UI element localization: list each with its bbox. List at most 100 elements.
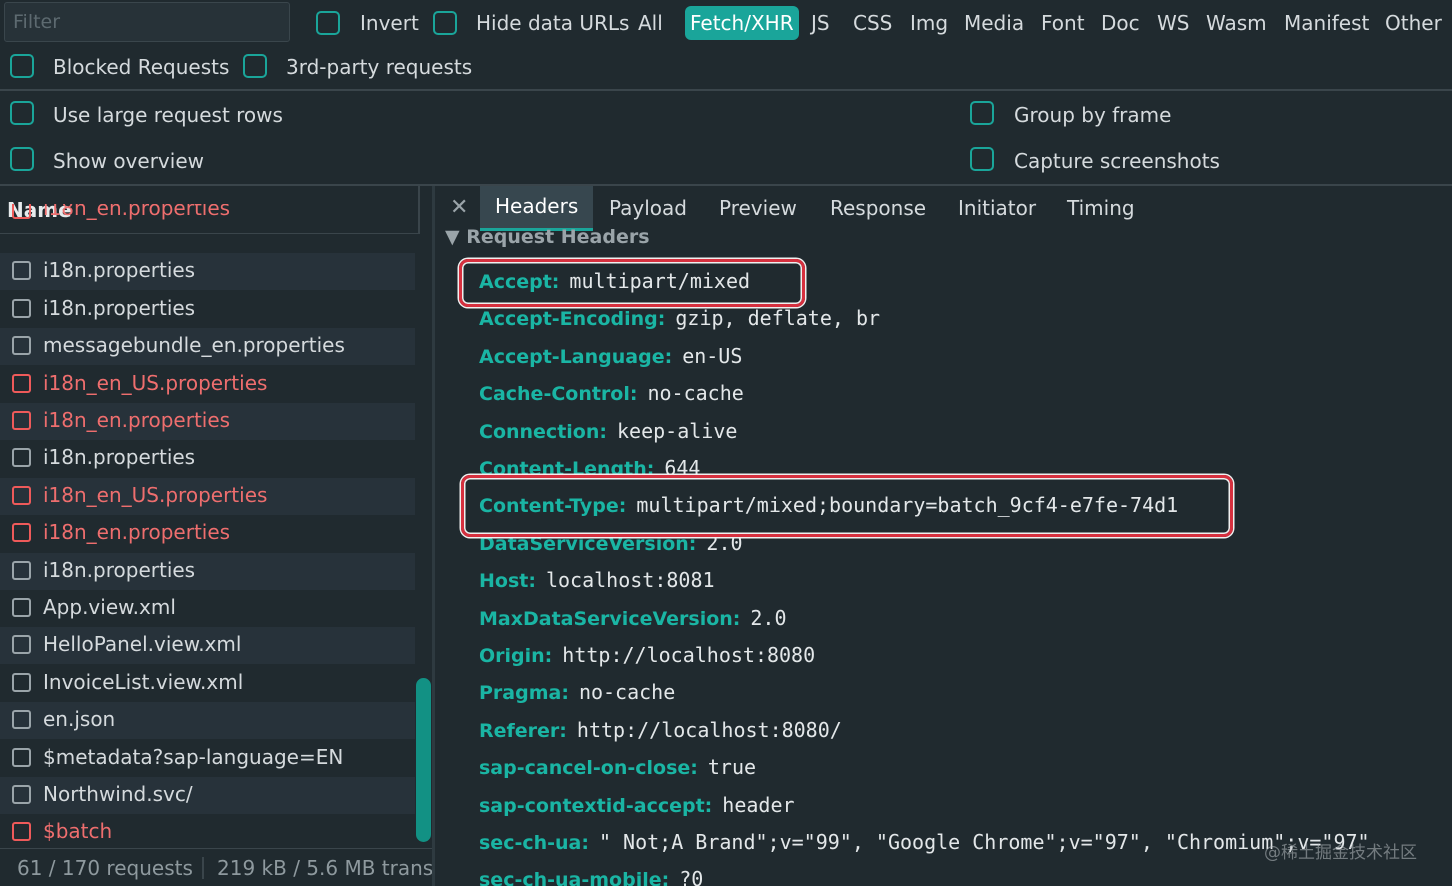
type-filter-img[interactable]: Img <box>910 11 948 35</box>
request-row[interactable]: i18n_en.properties <box>0 515 415 552</box>
request-row[interactable]: i18n.properties <box>0 291 415 328</box>
request-list-panel: Name i18n_en.properties i18n.properties i1… <box>0 186 432 886</box>
third-party-checkbox[interactable] <box>243 54 267 78</box>
type-filter-js[interactable]: JS <box>811 11 830 35</box>
header-key: Referer: <box>479 719 567 742</box>
header-key: Origin: <box>479 645 553 667</box>
header-key: Host: <box>479 570 536 593</box>
header-key: Pragma: <box>479 682 569 705</box>
type-filter-manifest[interactable]: Manifest <box>1284 11 1369 35</box>
row-checkbox[interactable] <box>12 710 31 730</box>
request-name: App.view.xml <box>43 595 176 619</box>
hide-data-urls-checkbox[interactable] <box>433 11 457 35</box>
scrollbar-thumb[interactable] <box>416 678 431 842</box>
row-checkbox[interactable] <box>12 672 31 692</box>
header-line: Connection: keep-alive <box>479 419 737 443</box>
request-details-panel: ✕ Headers Payload Preview Response Initi… <box>435 186 1452 886</box>
row-checkbox[interactable] <box>12 373 31 393</box>
tab-timing[interactable]: Timing <box>1067 196 1135 220</box>
request-name: i18n.properties <box>43 557 196 582</box>
filter-input[interactable] <box>4 2 290 42</box>
request-row[interactable]: $metadata?sap-language=EN <box>0 740 415 777</box>
large-rows-checkbox[interactable] <box>10 101 34 125</box>
header-value: ?0 <box>679 867 704 886</box>
request-name: i18n_en_US.properties <box>43 482 268 507</box>
request-name: i18n.properties <box>43 445 196 470</box>
tab-response[interactable]: Response <box>830 196 926 220</box>
type-filter-all[interactable]: All <box>638 11 663 35</box>
tab-initiator[interactable]: Initiator <box>958 196 1036 220</box>
request-row[interactable]: messagebundle_en.properties <box>0 328 415 366</box>
row-checkbox[interactable] <box>12 635 31 655</box>
request-row[interactable]: HelloPanel.view.xml <box>0 627 415 665</box>
type-filter-media[interactable]: Media <box>964 11 1024 35</box>
request-row[interactable]: i18n.properties <box>0 253 415 291</box>
type-filter-css[interactable]: CSS <box>853 11 892 35</box>
show-overview-checkbox[interactable] <box>10 147 34 171</box>
request-row[interactable]: i18n.properties <box>0 552 415 590</box>
transfer-size: 219 kB / 5.6 MB transf <box>217 856 432 880</box>
request-count: 61 / 170 requests <box>17 856 193 880</box>
tab-preview[interactable]: Preview <box>719 196 797 220</box>
type-filter-other[interactable]: Other <box>1385 11 1442 35</box>
header-key: Accept-Language: <box>479 345 673 368</box>
request-headers-section-title[interactable]: ▼ Request Headers <box>445 226 650 248</box>
group-by-frame-checkbox[interactable] <box>970 101 994 125</box>
request-row[interactable]: en.json <box>0 702 415 740</box>
header-value: en-US <box>682 343 743 368</box>
type-filter-wasm[interactable]: Wasm <box>1206 11 1267 35</box>
header-line: Referer: http://localhost:8080/ <box>479 718 842 742</box>
row-checkbox[interactable] <box>12 485 31 505</box>
row-checkbox[interactable] <box>12 747 31 767</box>
invert-label: Invert <box>360 11 419 35</box>
row-checkbox[interactable] <box>12 411 31 430</box>
row-checkbox[interactable] <box>12 560 31 580</box>
blocked-requests-checkbox[interactable] <box>10 54 34 78</box>
type-filter-fetch-xhr[interactable]: Fetch/XHR <box>685 6 799 40</box>
row-checkbox[interactable] <box>12 822 31 842</box>
header-line: MaxDataServiceVersion: 2.0 <box>479 606 787 630</box>
row-checkbox[interactable] <box>12 261 31 281</box>
request-row[interactable]: i18n_en.properties <box>0 403 415 440</box>
request-row[interactable]: Northwind.svc/ <box>0 777 415 814</box>
row-checkbox[interactable] <box>12 298 31 318</box>
header-key: Cache-Control: <box>479 383 638 406</box>
header-key: sap-contextid-accept: <box>479 794 713 817</box>
header-value: no-cache <box>578 680 676 705</box>
type-filter-font[interactable]: Font <box>1041 11 1085 35</box>
row-checkbox[interactable] <box>12 523 31 543</box>
row-checkbox[interactable] <box>12 785 31 804</box>
tab-headers[interactable]: Headers <box>480 186 594 231</box>
request-name: i18n.properties <box>43 295 196 320</box>
request-name: InvoiceList.view.xml <box>43 669 244 694</box>
column-divider <box>418 186 420 234</box>
status-divider <box>202 857 204 879</box>
request-row[interactable]: i18n_en.properties <box>0 204 415 229</box>
row-checkbox[interactable] <box>12 336 31 356</box>
status-bar: 61 / 170 requests 219 kB / 5.6 MB transf <box>0 848 432 886</box>
header-value: header <box>722 792 795 817</box>
capture-screenshots-checkbox[interactable] <box>970 147 994 171</box>
row-checkbox[interactable] <box>12 598 31 617</box>
highlight-box <box>459 259 805 307</box>
request-row[interactable]: InvoiceList.view.xml <box>0 665 415 702</box>
request-name: i18n_en.properties <box>43 520 231 545</box>
row-checkbox[interactable] <box>12 204 31 219</box>
request-row[interactable]: App.view.xml <box>0 590 415 627</box>
request-row[interactable]: i18n_en_US.properties <box>0 366 415 403</box>
close-icon[interactable]: ✕ <box>450 195 468 220</box>
request-row[interactable]: i18n.properties <box>0 440 415 477</box>
type-filter-ws[interactable]: WS <box>1157 11 1189 35</box>
row-checkbox[interactable] <box>12 448 31 468</box>
invert-checkbox[interactable] <box>316 11 340 35</box>
request-row[interactable]: $batch <box>0 814 415 851</box>
hide-data-urls-label: Hide data URLs <box>476 11 630 35</box>
header-line: sap-contextid-accept: header <box>479 793 795 817</box>
tab-payload[interactable]: Payload <box>609 196 687 220</box>
type-filter-doc[interactable]: Doc <box>1101 11 1140 35</box>
header-line: Cache-Control: no-cache <box>479 381 744 405</box>
request-row[interactable]: i18n_en_US.properties <box>0 477 415 515</box>
header-key: Accept-Encoding: <box>479 308 666 331</box>
header-value: keep-alive <box>616 418 738 443</box>
third-party-label: 3rd-party requests <box>286 55 473 79</box>
